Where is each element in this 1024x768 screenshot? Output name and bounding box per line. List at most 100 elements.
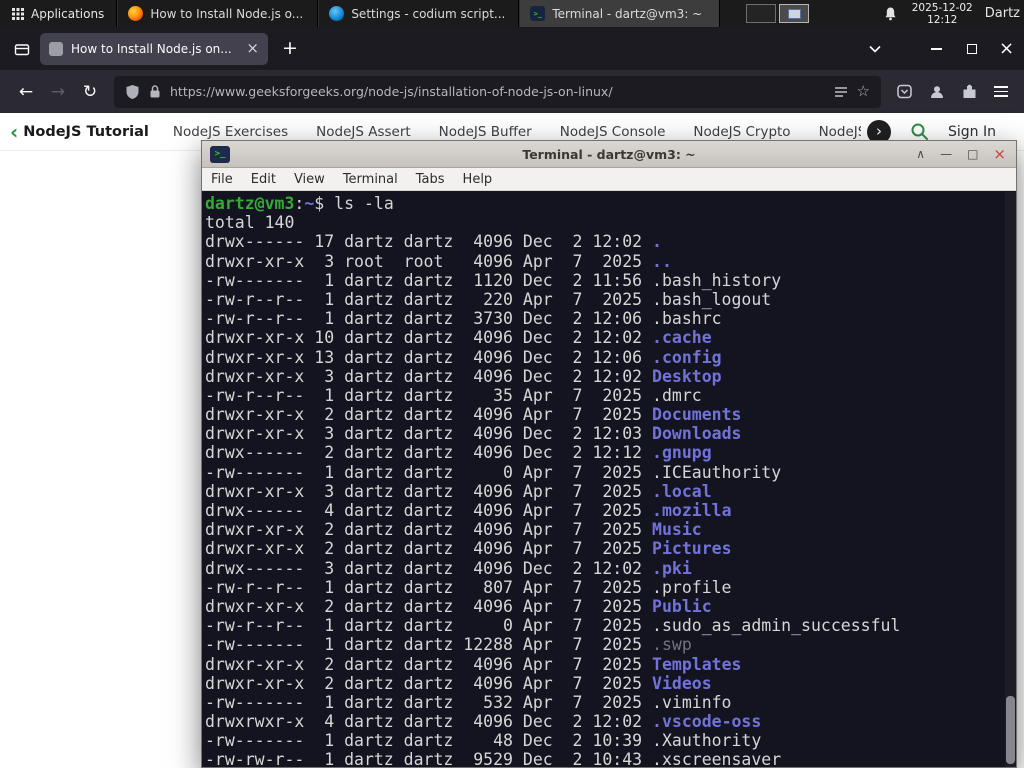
mini-terminal-window-icon [787, 8, 801, 19]
applications-label: Applications [31, 6, 105, 21]
terminal-menu-view[interactable]: View [285, 172, 334, 187]
terminal-window: >_ Terminal - dartz@vm3: ~ ∧ — □ × File E… [201, 140, 1017, 768]
terminal-line: drwxrwxr-x 4 dartz dartz 4096 Dec 2 12:0… [205, 712, 762, 732]
terminal-line: drwxr-xr-x 3 root root 4096 Apr 7 2025 .… [205, 251, 672, 271]
nav-link[interactable]: NodeJS Exercises [173, 124, 288, 140]
firefox-icon [128, 6, 144, 21]
terminal-output[interactable]: dartz@vm3:~$ ls -la total 140 drwx------ 1… [202, 191, 1016, 767]
reload-button[interactable]: ↻ [74, 77, 106, 107]
terminal-line: drwx------ 4 dartz dartz 4096 Apr 7 2025… [205, 501, 732, 520]
terminal-line: drwxr-xr-x 2 dartz dartz 4096 Apr 7 2025… [205, 539, 732, 559]
taskbar-user: Dartz [984, 6, 1020, 21]
tracking-shield-icon[interactable] [125, 84, 140, 100]
terminal-line: -rw------- 1 dartz dartz 1120 Dec 2 11:5… [205, 270, 782, 290]
window-maximize-button[interactable] [954, 43, 989, 54]
terminal-line: drwxr-xr-x 2 dartz dartz 4096 Apr 7 2025… [205, 596, 712, 616]
nav-link[interactable]: NodeJS Assert [316, 124, 411, 140]
terminal-close-button[interactable]: × [993, 146, 1006, 162]
terminal-line: dartz@vm3:~$ ls -la [205, 194, 394, 213]
workspace-1[interactable] [746, 4, 777, 23]
terminal-line: -rw-r--r-- 1 dartz dartz 0 Apr 7 2025 .s… [205, 616, 901, 636]
terminal-line: drwxr-xr-x 3 dartz dartz 4096 Apr 7 2025… [205, 481, 712, 501]
sign-in-button[interactable]: Sign In [948, 124, 996, 140]
account-icon[interactable] [929, 84, 945, 100]
terminal-line: drwxr-xr-x 2 dartz dartz 4096 Apr 7 2025… [205, 520, 702, 540]
terminal-line: drwx------ 3 dartz dartz 4096 Dec 2 12:0… [205, 558, 692, 578]
taskbar-window-firefox[interactable]: How to Install Node.js o... [117, 0, 319, 27]
terminal-line: drwxr-xr-x 13 dartz dartz 4096 Dec 2 12:… [205, 347, 722, 367]
nav-link[interactable]: NodeJS Buffer [439, 124, 532, 140]
terminal-line: drwxr-xr-x 2 dartz dartz 4096 Apr 7 2025… [205, 673, 712, 693]
firefox-view-icon[interactable] [14, 41, 30, 57]
terminal-line: -rw-r--r-- 1 dartz dartz 35 Apr 7 2025 .… [205, 385, 702, 405]
terminal-line: -rw------- 1 dartz dartz 0 Apr 7 2025 .I… [205, 462, 782, 482]
applications-grid-icon [12, 7, 24, 20]
terminal-menu-file[interactable]: File [202, 172, 242, 187]
terminal-maximize-button[interactable]: □ [967, 148, 978, 160]
chevron-left-icon: ‹ [10, 119, 19, 144]
terminal-line: drwx------ 17 dartz dartz 4096 Dec 2 12:… [205, 232, 662, 252]
terminal-line: total 140 [205, 213, 295, 233]
clock-time: 12:12 [927, 13, 958, 26]
terminal-menu-tabs[interactable]: Tabs [407, 172, 454, 187]
terminal-icon: >_ [530, 6, 546, 21]
nav-link[interactable]: NodeJS Crypto [693, 124, 790, 140]
terminal-line: -rw------- 1 dartz dartz 48 Dec 2 10:39 … [205, 731, 762, 751]
menu-icon[interactable] [994, 83, 1008, 100]
back-button[interactable]: ← [10, 77, 42, 107]
taskbar-window-title: Terminal - dartz@vm3: ~ [552, 6, 703, 21]
terminal-line: -rw-rw-r-- 1 dartz dartz 9529 Dec 2 10:4… [205, 750, 782, 767]
taskbar-window-title: Settings - codium script... [351, 6, 506, 21]
terminal-menu-terminal[interactable]: Terminal [334, 172, 407, 187]
lock-icon[interactable] [149, 84, 161, 99]
terminal-menu-edit[interactable]: Edit [242, 172, 285, 187]
url-text[interactable]: https://www.geeksforgeeks.org/node-js/in… [170, 84, 825, 99]
taskbar-clock[interactable]: 2025-12-02 12:12 [912, 2, 973, 26]
browser-tab[interactable]: How to Install Node.js on... × [40, 32, 268, 65]
terminal-line: -rw-r--r-- 1 dartz dartz 807 Apr 7 2025 … [205, 577, 732, 597]
terminal-minimize-button[interactable]: — [940, 148, 952, 160]
scrollbar-thumb[interactable] [1006, 696, 1015, 764]
terminal-menubar: File Edit View Terminal Tabs Help [202, 168, 1016, 191]
tab-close-icon[interactable]: × [246, 41, 259, 56]
nav-link[interactable]: NodeJS Console [560, 124, 666, 140]
nav-active-label: NodeJS Tutorial [23, 123, 149, 140]
applications-menu-button[interactable]: Applications [0, 0, 118, 27]
terminal-app-icon: >_ [210, 145, 230, 163]
url-bar[interactable]: https://www.geeksforgeeks.org/node-js/in… [114, 75, 881, 108]
search-icon[interactable] [910, 122, 929, 141]
taskbar: Applications How to Install Node.js o...… [0, 0, 1024, 27]
tab-title: How to Install Node.js on... [71, 41, 232, 56]
window-close-button[interactable]: × [989, 38, 1024, 59]
extensions-icon[interactable] [962, 84, 977, 99]
terminal-line: drwxr-xr-x 2 dartz dartz 4096 Apr 7 2025… [205, 654, 742, 674]
reader-mode-icon[interactable] [834, 85, 848, 99]
taskbar-window-terminal[interactable]: >_ Terminal - dartz@vm3: ~ [519, 0, 721, 27]
browser-toolbar: ← → ↻ https://www.geeksforgeeks.org/node… [0, 70, 1024, 113]
tab-favicon [49, 41, 63, 56]
tab-list-chevron-icon[interactable] [869, 45, 881, 53]
new-tab-button[interactable]: + [282, 39, 298, 58]
window-minimize-button[interactable] [919, 47, 954, 50]
terminal-scrollbar[interactable] [1005, 192, 1016, 767]
terminal-menu-help[interactable]: Help [454, 172, 502, 187]
workspace-2[interactable] [779, 4, 810, 23]
workspace-pager [746, 4, 810, 23]
terminal-line: drwxr-xr-x 3 dartz dartz 4096 Dec 2 12:0… [205, 424, 742, 444]
terminal-line: drwxr-xr-x 3 dartz dartz 4096 Dec 2 12:0… [205, 366, 722, 386]
clock-date: 2025-12-02 [911, 1, 973, 14]
nav-tutorial-link[interactable]: ‹ NodeJS Tutorial [10, 122, 149, 142]
terminal-line: drwx------ 2 dartz dartz 4096 Dec 2 12:1… [205, 443, 712, 463]
forward-button[interactable]: → [42, 77, 74, 107]
terminal-line: drwxr-xr-x 2 dartz dartz 4096 Apr 7 2025… [205, 405, 742, 425]
terminal-titlebar[interactable]: >_ Terminal - dartz@vm3: ~ ∧ — □ × [202, 141, 1016, 168]
terminal-title: Terminal - dartz@vm3: ~ [522, 146, 696, 162]
terminal-line: -rw------- 1 dartz dartz 12288 Apr 7 202… [205, 635, 692, 655]
bookmark-star-icon[interactable]: ☆ [857, 84, 870, 99]
taskbar-windows: How to Install Node.js o... Settings - co… [117, 0, 721, 27]
notification-bell-icon[interactable] [883, 6, 898, 21]
taskbar-window-codium[interactable]: Settings - codium script... [318, 0, 520, 27]
pocket-icon[interactable] [897, 84, 912, 99]
taskbar-window-title: How to Install Node.js o... [150, 6, 304, 21]
terminal-shade-button[interactable]: ∧ [916, 148, 925, 160]
